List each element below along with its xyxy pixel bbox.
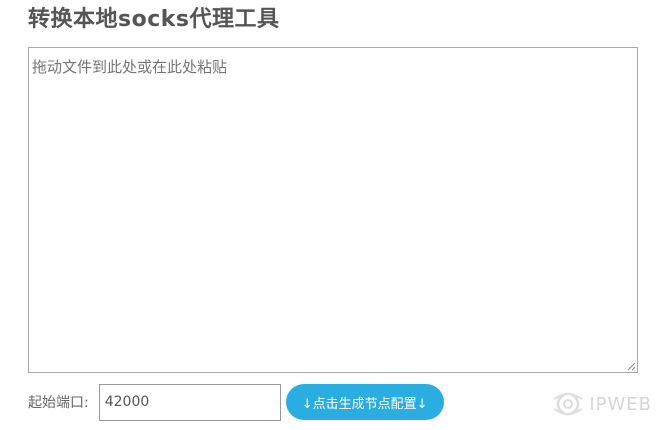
paste-textarea[interactable] bbox=[29, 48, 637, 372]
watermark: IPWEB bbox=[551, 389, 652, 419]
start-port-label: 起始端口: bbox=[28, 395, 89, 411]
page-title: 转换本地socks代理工具 bbox=[28, 7, 280, 32]
resize-grip-icon[interactable] bbox=[627, 362, 636, 371]
ipweb-logo-icon bbox=[553, 392, 583, 416]
controls-row: 起始端口: ↓点击生成节点配置↓ bbox=[28, 383, 444, 421]
watermark-text: IPWEB bbox=[589, 393, 652, 415]
paste-area[interactable] bbox=[28, 47, 638, 373]
generate-config-button[interactable]: ↓点击生成节点配置↓ bbox=[285, 384, 444, 420]
start-port-input[interactable] bbox=[98, 383, 281, 421]
